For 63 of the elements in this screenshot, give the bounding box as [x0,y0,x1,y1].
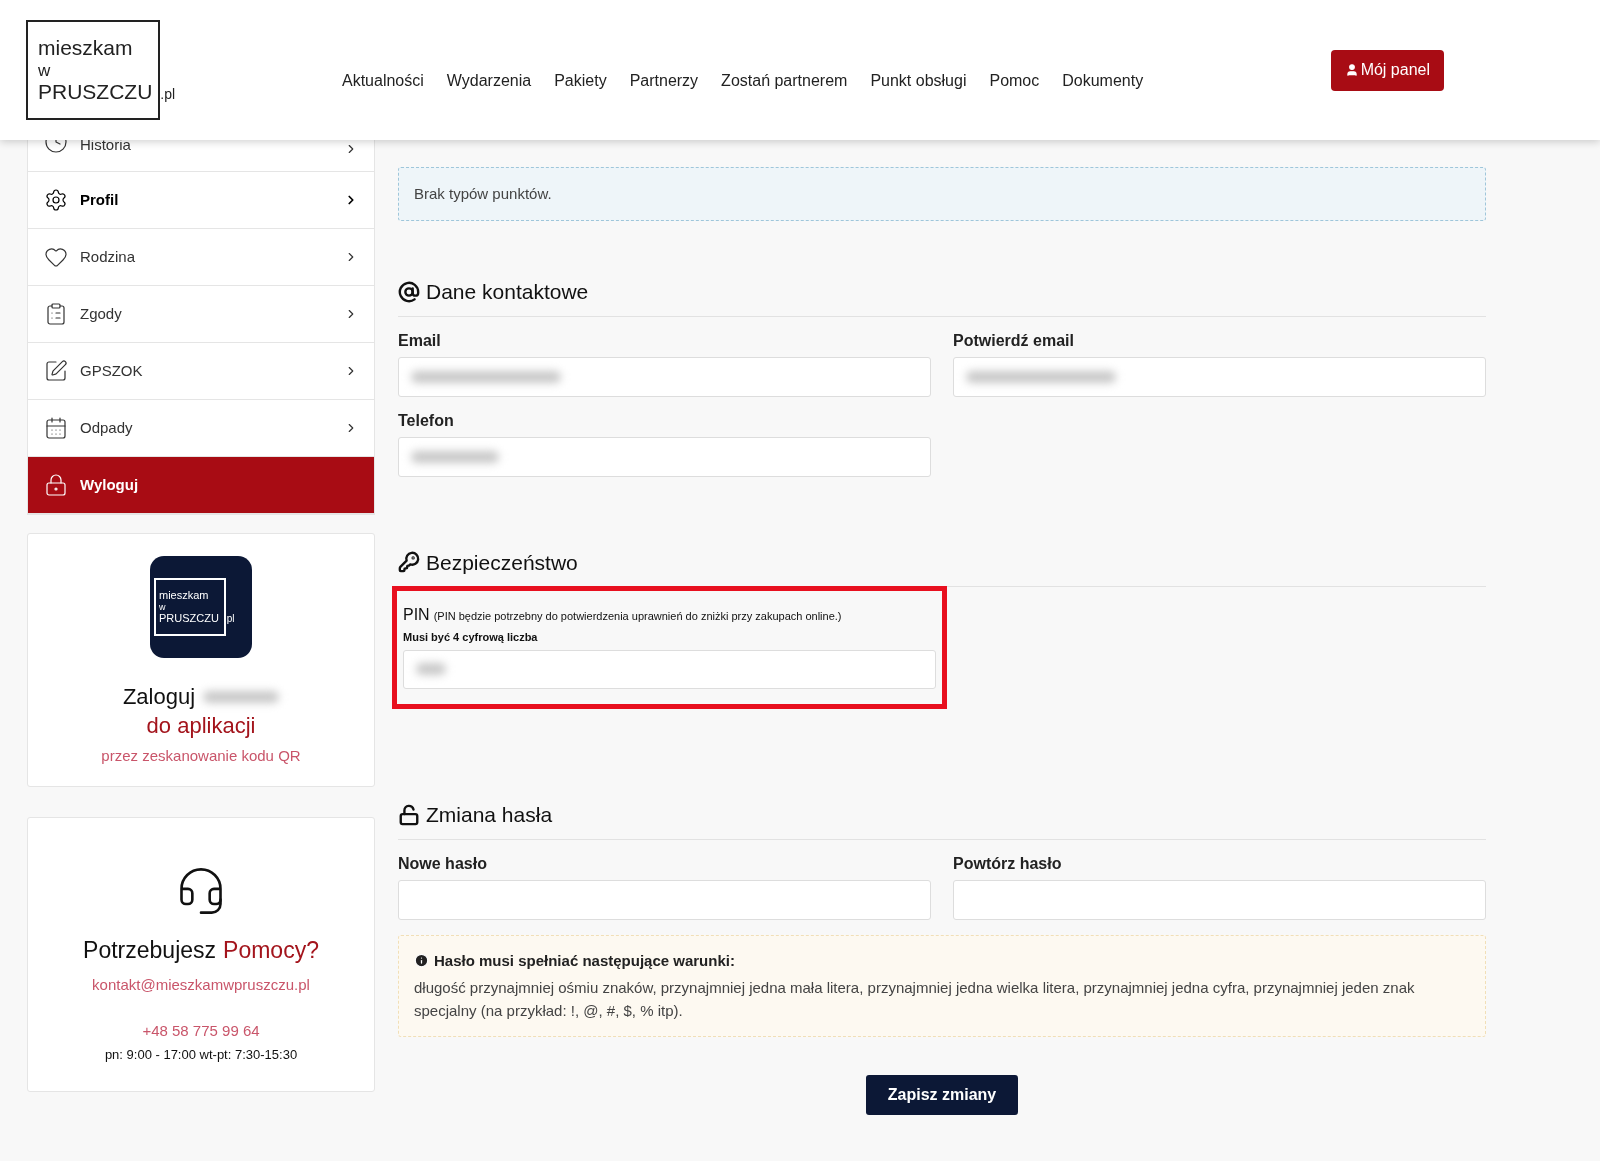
sidebar-item[interactable]: Rodzina [28,229,374,286]
gear-icon [44,188,68,212]
input-field[interactable] [953,356,1486,397]
at-sign-icon [398,280,420,303]
notice-text: Brak typów punktów. [414,183,552,204]
sidebar-item[interactable]: Historia [28,140,374,172]
user-icon [1344,63,1359,77]
rules-text: długość przynajmniej ośmiu znaków, przynajmniej jedna mała litera, przynajmniej jedna wielka litera, przynajmniej jedna cyfra, przynajmniej jeden znak specjalny (na przykład: !, @, #, $, % itp). [414,978,1416,1021]
logo-text: mieszkam [38,35,134,62]
open-lock-icon [398,803,420,826]
section-heading: Dane kontaktowe [426,279,589,305]
section-heading: Zmiana hasła [426,802,553,828]
sidebar-item[interactable]: Zgody [28,286,374,343]
input-field[interactable] [398,879,931,920]
logo-text: w [38,61,52,79]
field-label: Powtórz hasło [953,853,1063,874]
help-title: Potrzebujesz [83,936,217,965]
help-title: Pomocy? [223,936,319,965]
logo-text: mieszkam [159,588,210,603]
pen-icon [44,359,68,383]
logo-text: PRUSZCZU .pl [38,78,177,105]
logout-button[interactable]: Wyloguj [28,457,374,514]
calendar-icon [44,416,68,440]
app-card-title: do aplikacji [146,713,256,739]
lock-icon [44,473,68,497]
section-heading: Bezpieczeństwo [426,549,578,576]
nav-link[interactable]: Pomoc [989,69,1040,93]
clipboard-icon [44,302,68,326]
heart-icon [44,245,68,269]
field-label: PIN [403,605,430,625]
field-label: Nowe hasło [398,853,488,874]
save-button[interactable]: Zapisz zmiany [865,1075,1019,1115]
blurred-value [416,663,446,675]
input-field[interactable] [398,356,931,397]
pin-hint: Musi być 4 cyfrową liczba [403,630,539,645]
sidebar-item[interactable]: Profil [28,172,374,229]
email-link[interactable]: kontakt@mieszkamwpruszczu.pl [92,973,310,996]
nav-link[interactable]: Wydarzenia [446,69,532,93]
nav-link[interactable]: Dokumenty [1062,69,1144,93]
nav-link[interactable]: Punkt obsługi [870,69,967,93]
input-field[interactable] [953,879,1486,920]
opening-hours: pn: 9:00 - 17:00 wt-pt: 7:30-15:30 [104,1045,298,1064]
app-card-title: Zaloguj [122,683,196,711]
app-card-subtitle: przez zeskanowanie kodu QR [101,746,301,766]
field-label: Potwierdź email [953,330,1075,351]
app-icon[interactable]: mieszkam w PRUSZCZU .pl [150,556,252,658]
nav-link[interactable]: Aktualności [342,69,424,93]
pin-note: (PIN będzie potrzebny do potwierdzenia uprawnień do zniżki przy zakupach online.) [433,609,842,624]
key-icon [398,551,420,574]
rules-title: Hasło musi spełniać następujące warunki: [434,950,735,971]
panel-button[interactable]: Mój panel [1330,49,1444,91]
nav-link[interactable]: Partnerzy [629,69,699,93]
logo-text: w [159,602,167,612]
input-field[interactable] [403,649,936,689]
field-label: Email [398,330,442,351]
nav-link[interactable]: Zostań partnerem [721,69,848,93]
input-field[interactable] [398,436,931,477]
phone-link[interactable]: +48 58 775 99 64 [142,1020,260,1043]
field-label: Telefon [398,410,455,431]
nav-link[interactable]: Pakiety [554,69,607,93]
sidebar-item[interactable]: GPSZOK [28,343,374,400]
logo-text: PRUSZCZU .pl [159,611,236,626]
info-icon [414,953,429,969]
